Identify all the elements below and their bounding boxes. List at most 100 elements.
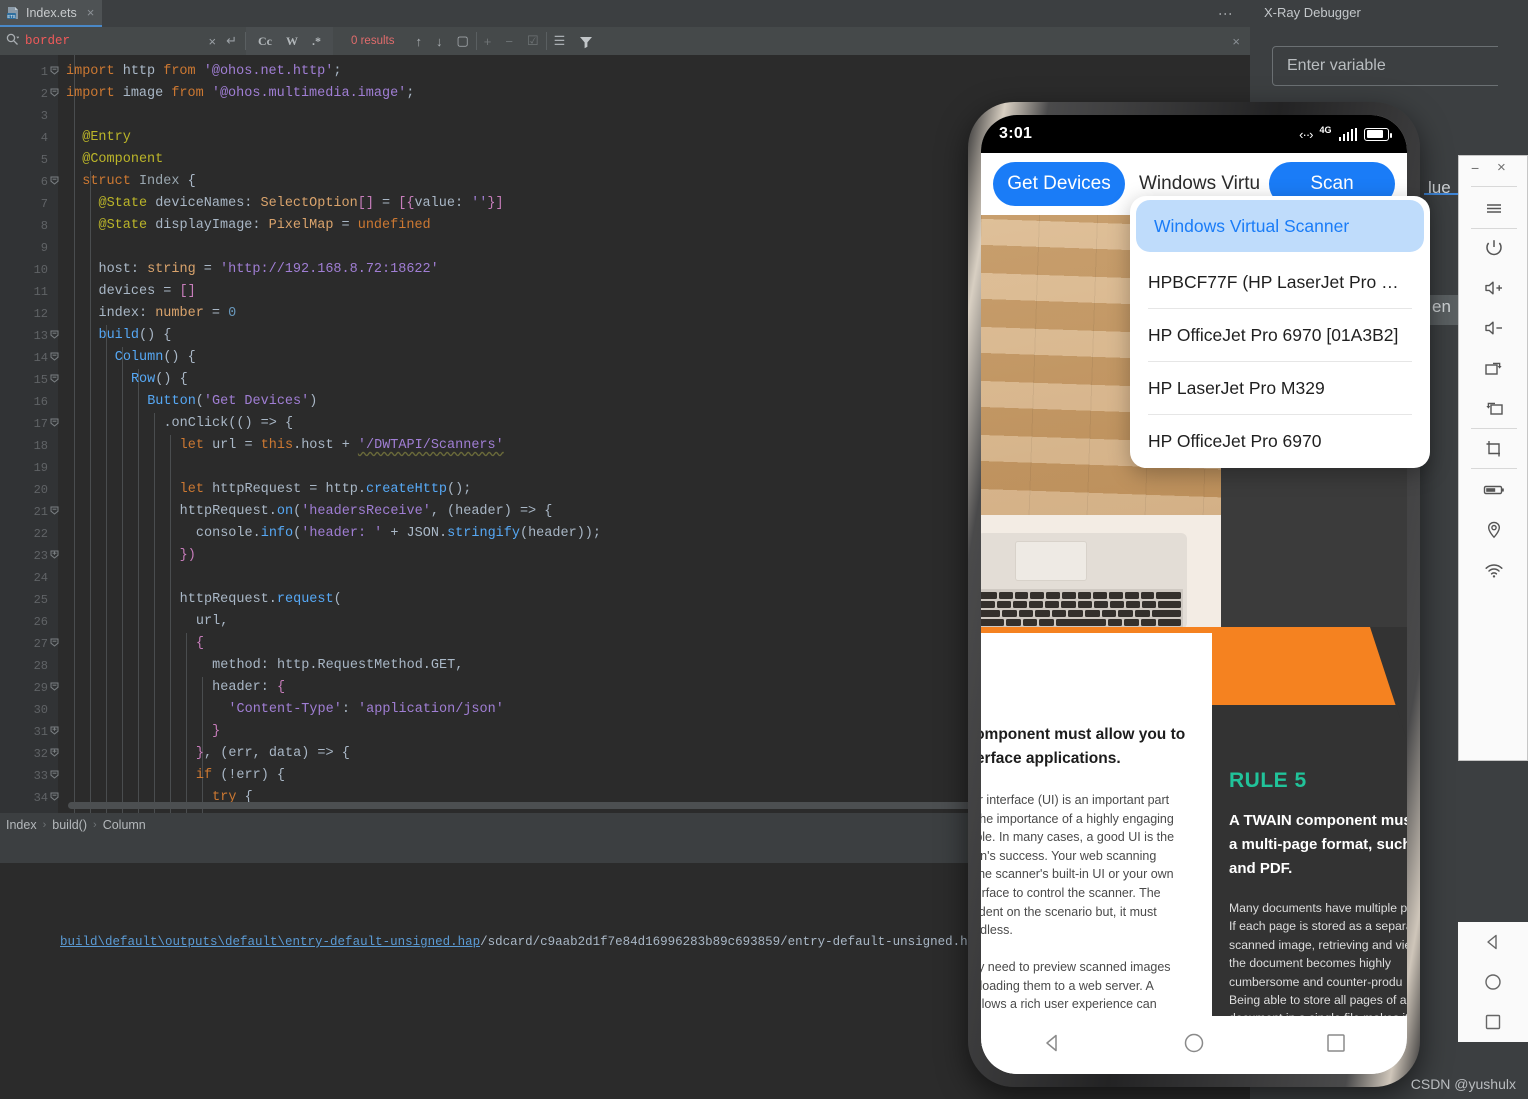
phone-back-button[interactable] — [1039, 1030, 1065, 1061]
code-line[interactable]: host: string = 'http://192.168.8.72:1862… — [98, 259, 438, 281]
code-line[interactable]: @State displayImage: PixelMap = undefine… — [98, 215, 430, 237]
power-icon[interactable] — [1459, 228, 1528, 268]
emulator-home-button[interactable] — [1458, 962, 1528, 1002]
document-paragraph-line-8: regardless. — [981, 923, 1013, 938]
code-token: undefined — [357, 218, 431, 233]
variable-input[interactable]: Enter variable — [1272, 46, 1528, 86]
console-hap-link[interactable]: build\default\outputs\default\entry-defa… — [60, 935, 480, 949]
emulator-titlebar[interactable]: − × — [1459, 156, 1527, 182]
emulator-minimize-icon[interactable]: − — [1471, 160, 1479, 176]
code-line[interactable]: .onClick(() => { — [163, 413, 293, 435]
code-line[interactable]: import image from '@ohos.multimedia.imag… — [66, 83, 414, 105]
phone-home-button[interactable] — [1181, 1030, 1207, 1061]
add-selection-line-icon[interactable]: + — [477, 34, 499, 49]
find-next-icon[interactable]: ↓ — [429, 34, 450, 49]
emulator-back-button[interactable] — [1458, 922, 1528, 962]
rotate-right-icon[interactable] — [1459, 348, 1528, 388]
get-devices-button[interactable]: Get Devices — [993, 162, 1125, 206]
device-dropdown-menu[interactable]: Windows Virtual Scanner HPBCF77F (HP Las… — [1130, 196, 1430, 468]
code-token: ( — [195, 394, 204, 409]
document-paragraph-line-7: ependent on the scenario but, it must — [981, 904, 1157, 919]
search-clear-icon[interactable]: × — [209, 34, 217, 49]
location-icon[interactable] — [1459, 510, 1528, 550]
code-token: (); — [447, 482, 472, 497]
document-paragraph2-line-2: re uploading them to a web server. A — [981, 978, 1154, 993]
rotate-left-icon[interactable] — [1459, 388, 1528, 428]
words-toggle[interactable]: W — [286, 34, 298, 49]
code-line[interactable]: devices = [] — [98, 281, 195, 303]
dropdown-item-officejet-6970-01a3b2[interactable]: HP OfficeJet Pro 6970 [01A3B2] — [1130, 309, 1430, 361]
document-paragraph-line-1: r user interface (UI) is an important pa… — [981, 793, 1170, 807]
emulator-close-icon[interactable]: × — [1497, 159, 1506, 176]
code-line[interactable]: @State deviceNames: SelectOption[] = [{v… — [98, 193, 503, 215]
line-number: 24 — [33, 571, 48, 585]
dropdown-item-windows-virtual-scanner[interactable]: Windows Virtual Scanner — [1136, 200, 1424, 252]
code-line[interactable]: if (!err) { — [196, 765, 285, 787]
code-token: = — [373, 196, 399, 211]
code-line[interactable]: 'Content-Type': 'application/json' — [228, 699, 503, 721]
regex-toggle[interactable]: .* — [312, 34, 321, 49]
scanned-document[interactable]: ; component must allow you to interface … — [981, 627, 1407, 1047]
volume-down-icon[interactable] — [1459, 308, 1528, 348]
editor-more-options-icon[interactable]: ⋮ — [1218, 7, 1240, 27]
editor-tab-close-icon[interactable]: × — [87, 5, 95, 20]
emulator-recents-button[interactable] — [1458, 1002, 1528, 1042]
search-input[interactable]: border × ↵ — [0, 27, 245, 55]
phone-nav-bar[interactable] — [981, 1016, 1407, 1074]
code-line[interactable]: httpRequest.request( — [180, 589, 342, 611]
code-line[interactable]: index: number = 0 — [98, 303, 236, 325]
find-previous-icon[interactable]: ↑ — [408, 34, 429, 49]
find-bar-close-icon[interactable]: × — [1232, 34, 1240, 49]
remove-selection-line-icon[interactable]: − — [498, 34, 520, 49]
wifi-icon[interactable] — [1459, 550, 1528, 590]
battery-icon[interactable] — [1459, 470, 1528, 510]
code-line[interactable]: build() { — [98, 325, 171, 347]
code-line[interactable]: { — [196, 633, 204, 655]
code-line[interactable]: Row() { — [131, 369, 188, 391]
code-line[interactable]: url, — [196, 611, 228, 633]
dropdown-item-officejet-6970[interactable]: HP OfficeJet Pro 6970 — [1130, 415, 1430, 467]
volume-up-icon[interactable] — [1459, 268, 1528, 308]
code-line[interactable]: }) — [180, 545, 196, 567]
line-number: 10 — [33, 263, 48, 277]
document-paragraph2-line-3: hat allows a rich user experience can — [981, 997, 1157, 1012]
phone-recents-button[interactable] — [1323, 1030, 1349, 1061]
breadcrumb-item-index[interactable]: Index — [6, 818, 37, 832]
code-line[interactable]: header: { — [212, 677, 285, 699]
xray-row-text-en: en — [1432, 297, 1451, 316]
code-line[interactable]: @Entry — [82, 127, 131, 149]
recents-icon — [1485, 1014, 1501, 1030]
code-line[interactable]: Column() { — [115, 347, 196, 369]
search-history-icon[interactable]: ↵ — [222, 33, 245, 49]
filter-lines-icon[interactable]: ☰ — [547, 33, 573, 49]
dropdown-item-hpbcf77f[interactable]: HPBCF77F (HP LaserJet Pro … — [1130, 256, 1430, 308]
breadcrumb-item-build[interactable]: build() — [52, 818, 87, 832]
code-line[interactable]: httpRequest.on('headersReceive', (header… — [180, 501, 553, 523]
select-all-occurrences-icon[interactable]: ▢ — [449, 33, 475, 49]
code-line[interactable]: method: http.RequestMethod.GET, — [212, 655, 463, 677]
code-line[interactable]: let url = this.host + '/DWTAPI/Scanners' — [180, 435, 504, 457]
code-line[interactable]: console.info('header: ' + JSON.stringify… — [196, 523, 601, 545]
code-line[interactable]: } — [212, 721, 220, 743]
line-number: 11 — [33, 285, 48, 299]
code-line[interactable]: let httpRequest = http.createHttp(); — [180, 479, 472, 501]
line-number: 9 — [40, 241, 48, 255]
match-case-toggle[interactable]: Cc — [258, 34, 272, 49]
check-lines-icon[interactable]: ☑ — [520, 33, 546, 49]
code-line[interactable]: struct Index { — [82, 171, 195, 193]
rule-paragraph-line-2: If each page is stored as a separa — [1229, 919, 1407, 934]
screenshot-icon[interactable] — [1459, 428, 1528, 468]
code-token: console. — [195, 526, 261, 541]
code-line[interactable]: }, (err, data) => { — [196, 743, 350, 765]
code-line[interactable]: @Component — [82, 149, 163, 171]
emulator-toolbar-window[interactable]: − × — [1458, 155, 1528, 761]
code-line[interactable]: Button('Get Devices') — [147, 391, 317, 413]
code-line[interactable]: import http from '@ohos.net.http'; — [66, 61, 341, 83]
device-select-label[interactable]: Windows Virtual ... — [1135, 173, 1259, 195]
editor-tab-index-ets[interactable]: ETS Index.ets × — [0, 0, 103, 27]
code-token: from — [171, 86, 212, 101]
breadcrumb-item-column[interactable]: Column — [103, 818, 146, 832]
dropdown-item-laserjet-m329[interactable]: HP LaserJet Pro M329 — [1130, 362, 1430, 414]
menu-icon[interactable] — [1459, 188, 1528, 228]
filter-icon[interactable] — [572, 33, 600, 49]
